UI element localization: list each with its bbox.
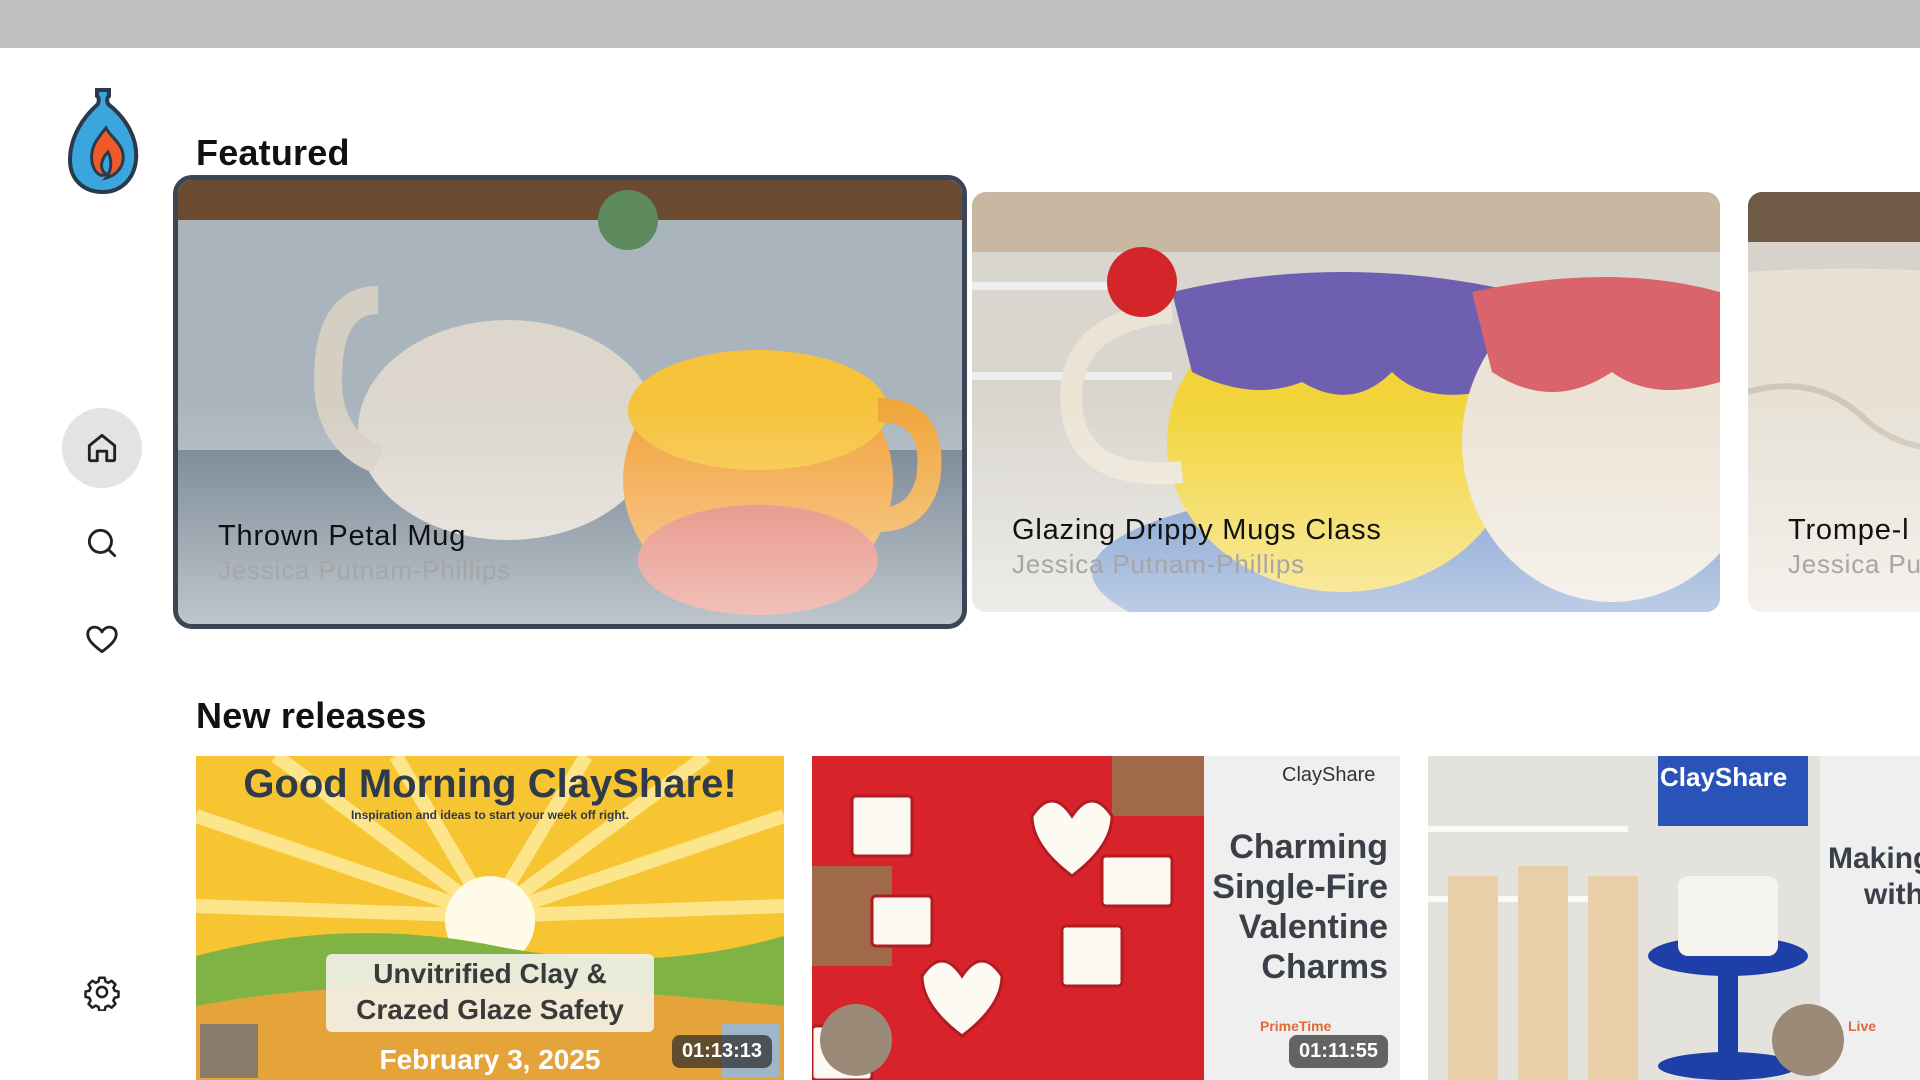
nav-settings-button[interactable] xyxy=(62,952,142,1032)
release-card[interactable]: Good Morning ClayShare! Inspiration and … xyxy=(196,756,784,1080)
release-tagline: Inspiration and ideas to start your week… xyxy=(350,808,630,822)
card-title: Trompe-l xyxy=(1788,514,1910,546)
browser-top-bar xyxy=(0,0,1920,48)
duration-badge: 01:13:13 xyxy=(671,1035,772,1068)
new-releases-section-title: New releases xyxy=(196,695,427,736)
duration-badge: 01:11:55 xyxy=(1289,1035,1388,1068)
release-title-line: Single-Fire xyxy=(1212,868,1388,906)
series-label: PrimeTime xyxy=(1260,1018,1332,1034)
card-title: Glazing Drippy Mugs Class xyxy=(1012,514,1382,546)
featured-section-title: Featured xyxy=(196,132,350,173)
card-author: Jessica Pu xyxy=(1788,549,1920,579)
card-author: Jessica Putnam-Phillips xyxy=(218,555,511,585)
featured-row: Thrown Petal Mug Jessica Putnam-Phillips… xyxy=(0,170,1920,640)
featured-card[interactable]: Glazing Drippy Mugs Class Jessica Putnam… xyxy=(972,192,1720,612)
card-title: Thrown Petal Mug xyxy=(218,520,467,552)
release-title-line: Making xyxy=(1828,842,1920,875)
featured-card[interactable]: Thrown Petal Mug Jessica Putnam-Phillips xyxy=(173,175,967,629)
release-card[interactable]: ClayShare Charming Single-Fire Valentine… xyxy=(812,756,1400,1080)
featured-card[interactable]: Trompe-l Jessica Pu xyxy=(1748,192,1920,612)
making-with-thumbnail xyxy=(1428,756,1920,1080)
series-label: Live xyxy=(1848,1018,1877,1034)
release-topic-line: Crazed Glaze Safety xyxy=(356,994,624,1025)
release-title-line: with xyxy=(1864,878,1920,911)
brand-label: ClayShare xyxy=(1282,764,1376,786)
card-author: Jessica Putnam-Phillips xyxy=(1012,549,1305,579)
gear-icon xyxy=(84,976,120,1011)
release-title-line: Valentine xyxy=(1238,908,1388,946)
release-title-line: Charms xyxy=(1261,948,1388,986)
brand-label: ClayShare xyxy=(1660,762,1788,792)
release-title-line: Charming xyxy=(1229,828,1388,866)
release-card[interactable]: ClayShare Making with Live xyxy=(1428,756,1920,1080)
release-topic-line: Unvitrified Clay & xyxy=(373,958,607,989)
release-headline: Good Morning ClayShare! xyxy=(243,762,737,806)
